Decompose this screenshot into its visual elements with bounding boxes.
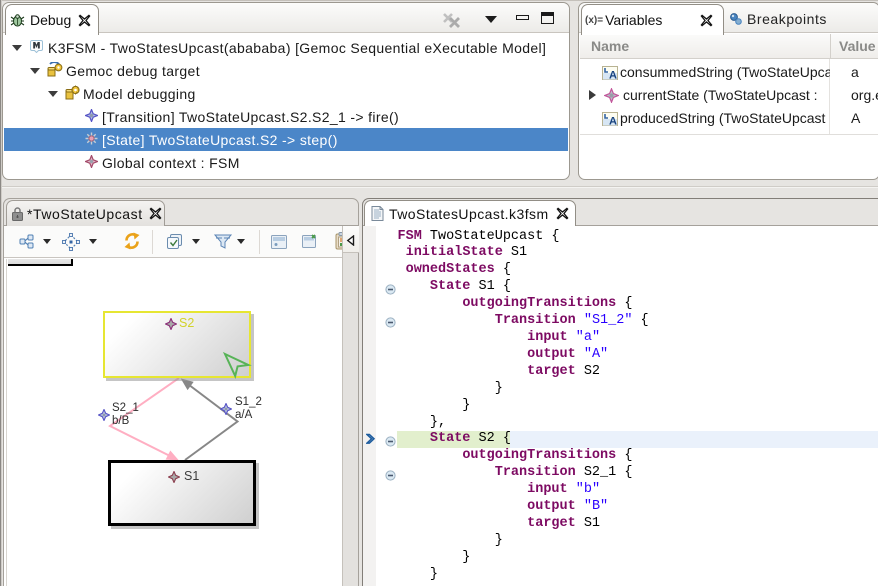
svg-text:A: A [609,70,617,81]
svg-text:A: A [609,116,617,127]
